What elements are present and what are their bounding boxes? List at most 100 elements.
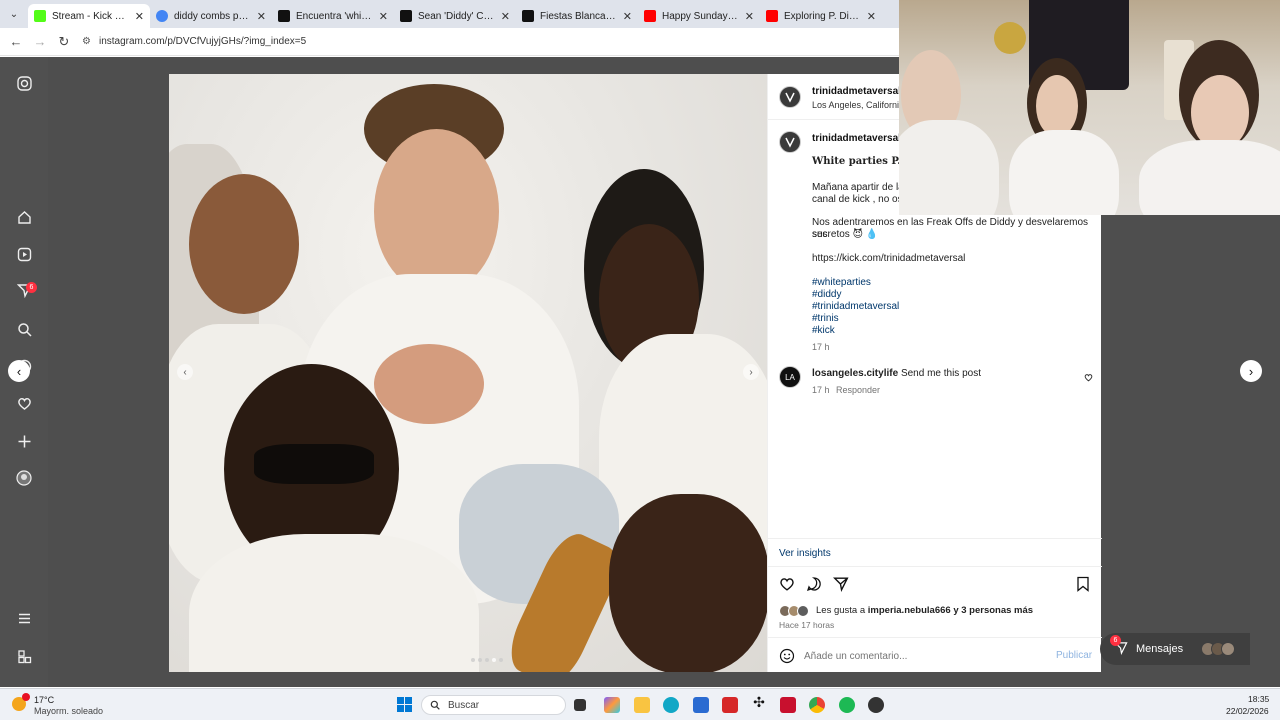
commenter-username[interactable]: losangeles.citylife [812,368,898,379]
recording-app-icon[interactable] [868,697,884,713]
comment-icon[interactable] [806,576,822,595]
share-icon[interactable] [832,576,849,595]
clock-time[interactable]: 18:35 [1248,694,1269,704]
create-plus-icon[interactable] [14,431,34,451]
start-windows-icon[interactable] [397,697,412,712]
close-tab-icon[interactable]: ✕ [135,10,144,23]
reply-button[interactable]: Responder [836,384,880,396]
close-tab-icon[interactable]: ✕ [745,10,754,23]
copilot-icon[interactable] [604,697,620,713]
browser-tab[interactable]: Encuentra 'white part ✕ [272,4,394,28]
app-red-l-icon[interactable] [722,697,738,713]
heart-icon[interactable] [14,393,34,413]
post-date: Hace 17 horas [779,620,835,630]
forward-arrow-icon[interactable]: → [28,34,52,49]
browser-tab[interactable]: diddy combs parties ✕ [150,4,272,28]
commenter-avatar[interactable]: LA [779,366,801,388]
search-placeholder: Buscar [448,699,480,711]
search-icon [430,700,440,710]
view-insights-link[interactable]: Ver insights [779,548,831,559]
screen: ⌄ Stream - Kick Dashbo ✕ diddy combs par… [0,0,1280,720]
close-tab-icon[interactable]: ✕ [379,10,388,23]
emoji-icon[interactable] [779,648,795,667]
tab-search-button[interactable]: ⌄ [0,0,28,28]
photo-shape [254,444,374,484]
spotify-icon[interactable] [839,697,855,713]
browser-tab[interactable]: Exploring P. Diddy's ✕ [760,4,882,28]
author-avatar[interactable] [779,86,801,108]
likers-avatars[interactable] [779,605,813,617]
next-post-button[interactable]: › [1240,360,1262,382]
tab-title: Exploring P. Diddy's [784,10,861,22]
close-tab-icon[interactable]: ✕ [257,10,266,23]
search-icon[interactable] [14,319,34,339]
post-location[interactable]: Los Angeles, California [812,100,904,110]
youtube-favicon-icon [766,10,778,22]
site-info-icon[interactable]: ⚙ [82,36,91,47]
previous-post-button[interactable]: ‹ [8,360,30,382]
close-tab-icon[interactable]: ✕ [501,10,510,23]
like-icon[interactable] [779,576,795,595]
likes-summary[interactable]: Les gusta a imperia.nebula666 y 3 person… [816,605,1033,616]
chrome-icon[interactable] [809,697,825,713]
browser-tab[interactable]: Sean 'Diddy' Combs ✕ [394,4,516,28]
caption-line: secretos 😈 💧 [812,229,879,240]
file-explorer-icon[interactable] [634,697,650,713]
profile-avatar-icon[interactable] [14,468,34,488]
save-bookmark-icon[interactable] [1076,576,1090,595]
url-text[interactable]: instagram.com/p/DVCfVujyjGHs/?img_index=… [99,36,306,47]
close-tab-icon[interactable]: ✕ [623,10,632,23]
store-icon[interactable] [693,697,709,713]
more-apps-icon[interactable] [14,646,34,666]
comment-input[interactable] [804,647,1044,665]
tab-title: Happy Sunday to all! [662,10,739,22]
weather-widget[interactable]: 17°C Mayorm. soleado [10,692,110,718]
hashtag-link[interactable]: #kick [812,325,835,337]
hashtag-link[interactable]: #whiteparties [812,277,871,289]
hashtag-link[interactable]: #trinidadmetaversal [812,301,899,313]
carousel-next-icon[interactable]: › [743,364,759,380]
browser-tab[interactable]: Fiestas Blancas de P ✕ [516,4,638,28]
tab-title: Stream - Kick Dashbo [52,10,129,22]
task-view-icon[interactable] [574,699,586,711]
edge-browser-icon[interactable] [663,697,679,713]
reels-icon[interactable] [14,244,34,264]
dropbox-icon[interactable]: ✣ [751,694,767,710]
photo-shape [374,344,484,424]
publish-button[interactable]: Publicar [1056,650,1092,661]
webcam-overlay [899,0,1280,215]
notification-badge: 6 [26,282,37,293]
liker-username[interactable]: imperia.nebula666 [868,605,951,616]
browser-tab[interactable]: Stream - Kick Dashbo ✕ [28,4,150,28]
back-arrow-icon[interactable]: ← [4,34,28,49]
post-actions: Les gusta a imperia.nebula666 y 3 person… [768,566,1102,672]
author-username[interactable]: trinidadmetaversal [812,86,901,97]
messages-bubble[interactable]: 6 Mensajes [1100,633,1250,665]
reload-icon[interactable]: ↻ [52,34,76,50]
caption-time[interactable]: 17 h [812,341,830,353]
home-icon[interactable] [14,207,34,227]
menu-icon[interactable] [14,608,34,628]
shield-app-icon[interactable] [780,697,796,713]
hashtag-link[interactable]: #diddy [812,289,841,301]
instagram-logo-icon[interactable] [14,73,34,93]
clock-date[interactable]: 22/02/2026 [1226,706,1269,716]
caption-username[interactable]: trinidadmetaversal [812,133,901,144]
tiktok-favicon-icon [522,10,534,22]
comment-box: Publicar [768,637,1102,673]
taskbar-search[interactable]: Buscar [421,695,566,715]
address-bar[interactable]: ⚙ instagram.com/p/DVCfVujyjGHs/?img_inde… [82,31,306,53]
post-image[interactable]: ‹ › [169,74,767,672]
close-tab-icon[interactable]: ✕ [867,10,876,23]
caption-avatar[interactable] [779,131,801,153]
tab-title: Fiestas Blancas de P [540,10,617,22]
windows-taskbar: 17°C Mayorm. soleado Buscar ✣ 18:35 22/0… [0,688,1280,720]
webcam-shape [994,22,1026,54]
browser-tab[interactable]: Happy Sunday to all! ✕ [638,4,760,28]
hashtag-link[interactable]: #trinis [812,313,839,325]
messages-avatars [1201,642,1236,656]
comment-like-icon[interactable] [1084,371,1093,385]
comment-text: Send me this post [900,368,981,379]
carousel-prev-icon[interactable]: ‹ [177,364,193,380]
caption-link[interactable]: https://kick.com/trinidadmetaversal [812,253,965,265]
